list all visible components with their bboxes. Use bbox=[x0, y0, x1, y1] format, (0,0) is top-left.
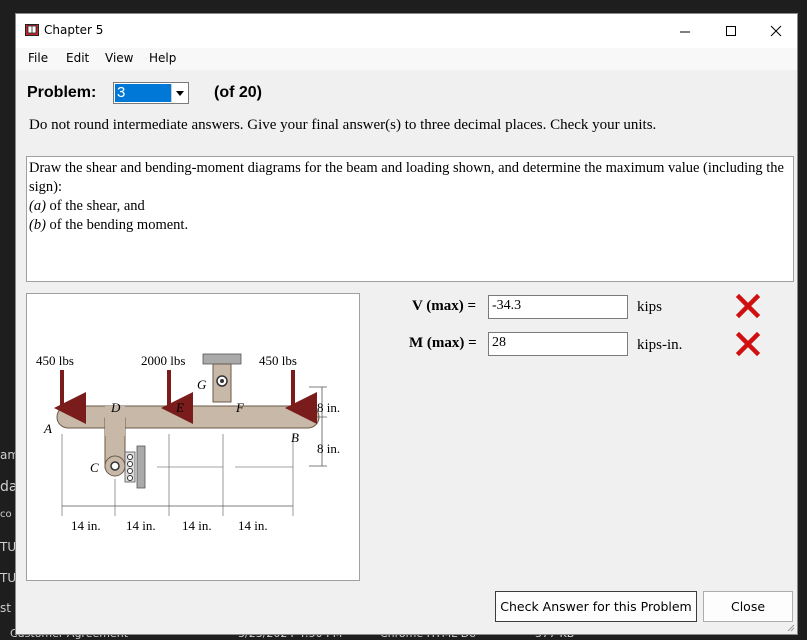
part-a-letter: (a) bbox=[29, 198, 46, 214]
chevron-down-icon bbox=[175, 90, 184, 96]
incorrect-icon bbox=[736, 294, 760, 318]
mmax-unit: kips-in. bbox=[637, 337, 683, 353]
title-bar[interactable]: Chapter 5 bbox=[16, 14, 797, 48]
part-b-text: of the bending moment. bbox=[45, 217, 189, 233]
background-text: st bbox=[0, 601, 11, 615]
pin-c bbox=[110, 461, 120, 471]
span-label-2: 14 in. bbox=[126, 518, 156, 533]
problem-statement-box: Draw the shear and bending-moment diagra… bbox=[26, 156, 794, 282]
mmax-input[interactable]: 28 bbox=[488, 332, 628, 356]
ceiling-support bbox=[202, 353, 242, 365]
vmax-label: V (max) = bbox=[412, 298, 477, 314]
beam-figure: 450 lbs 2000 lbs 450 lbs A D E F G B C 8… bbox=[26, 293, 360, 581]
wall-support bbox=[136, 445, 146, 489]
mmax-label: M (max) = bbox=[409, 335, 477, 351]
book-icon bbox=[25, 24, 39, 36]
menu-help[interactable]: Help bbox=[149, 51, 176, 65]
span-label-3: 14 in. bbox=[182, 518, 212, 533]
app-window: Chapter 5 File Edit View Help Problem: 3… bbox=[15, 13, 798, 635]
load-label-left: 450 lbs bbox=[36, 353, 74, 368]
menu-view[interactable]: View bbox=[105, 51, 133, 65]
menu-bar: File Edit View Help bbox=[16, 48, 797, 70]
part-b-letter: (b) bbox=[29, 217, 46, 233]
problem-select-value: 3 bbox=[115, 84, 171, 102]
dim-label-bottom: 8 in. bbox=[317, 441, 340, 456]
maximize-icon bbox=[726, 26, 736, 36]
resize-grip-icon[interactable] bbox=[785, 622, 795, 632]
main-beam bbox=[56, 405, 320, 429]
load-label-mid: 2000 lbs bbox=[141, 353, 185, 368]
close-button[interactable]: Close bbox=[703, 591, 793, 622]
point-a: A bbox=[43, 421, 52, 436]
background-text: TU bbox=[0, 571, 17, 585]
window-title: Chapter 5 bbox=[44, 23, 104, 37]
problem-select[interactable]: 3 bbox=[113, 82, 189, 104]
check-answer-button[interactable]: Check Answer for this Problem bbox=[495, 591, 697, 622]
vmax-unit: kips bbox=[637, 299, 663, 315]
beam-diagram: 450 lbs 2000 lbs 450 lbs A D E F G B C 8… bbox=[36, 353, 340, 533]
load-label-right: 450 lbs bbox=[259, 353, 297, 368]
background-text: co bbox=[0, 509, 12, 520]
point-g: G bbox=[197, 377, 207, 392]
problem-statement: Draw the shear and bending-moment diagra… bbox=[29, 159, 789, 235]
problem-label: Problem: bbox=[27, 84, 97, 101]
instructions-text: Do not round intermediate answers. Give … bbox=[29, 117, 657, 133]
dropdown-button[interactable] bbox=[171, 84, 187, 102]
statement-line: Draw the shear and bending-moment diagra… bbox=[29, 160, 784, 195]
point-f: F bbox=[235, 400, 245, 415]
point-c: C bbox=[90, 460, 99, 475]
close-icon bbox=[770, 25, 782, 37]
problem-count: (of 20) bbox=[214, 84, 262, 101]
point-e: E bbox=[175, 400, 184, 415]
menu-file[interactable]: File bbox=[28, 51, 48, 65]
vmax-input[interactable]: -34.3 bbox=[488, 295, 628, 319]
close-window-button[interactable] bbox=[753, 14, 799, 48]
maximize-button[interactable] bbox=[708, 14, 754, 48]
incorrect-icon bbox=[736, 332, 760, 356]
point-b: B bbox=[291, 430, 299, 445]
span-label-4: 14 in. bbox=[238, 518, 268, 533]
point-d: D bbox=[110, 400, 121, 415]
menu-edit[interactable]: Edit bbox=[66, 51, 89, 65]
part-a-text: of the shear, and bbox=[45, 198, 145, 214]
minimize-button[interactable] bbox=[662, 14, 708, 48]
background-text: TU bbox=[0, 540, 17, 554]
minimize-icon bbox=[680, 31, 690, 33]
dim-label-top: 8 in. bbox=[317, 400, 340, 415]
span-label-1: 14 in. bbox=[71, 518, 101, 533]
